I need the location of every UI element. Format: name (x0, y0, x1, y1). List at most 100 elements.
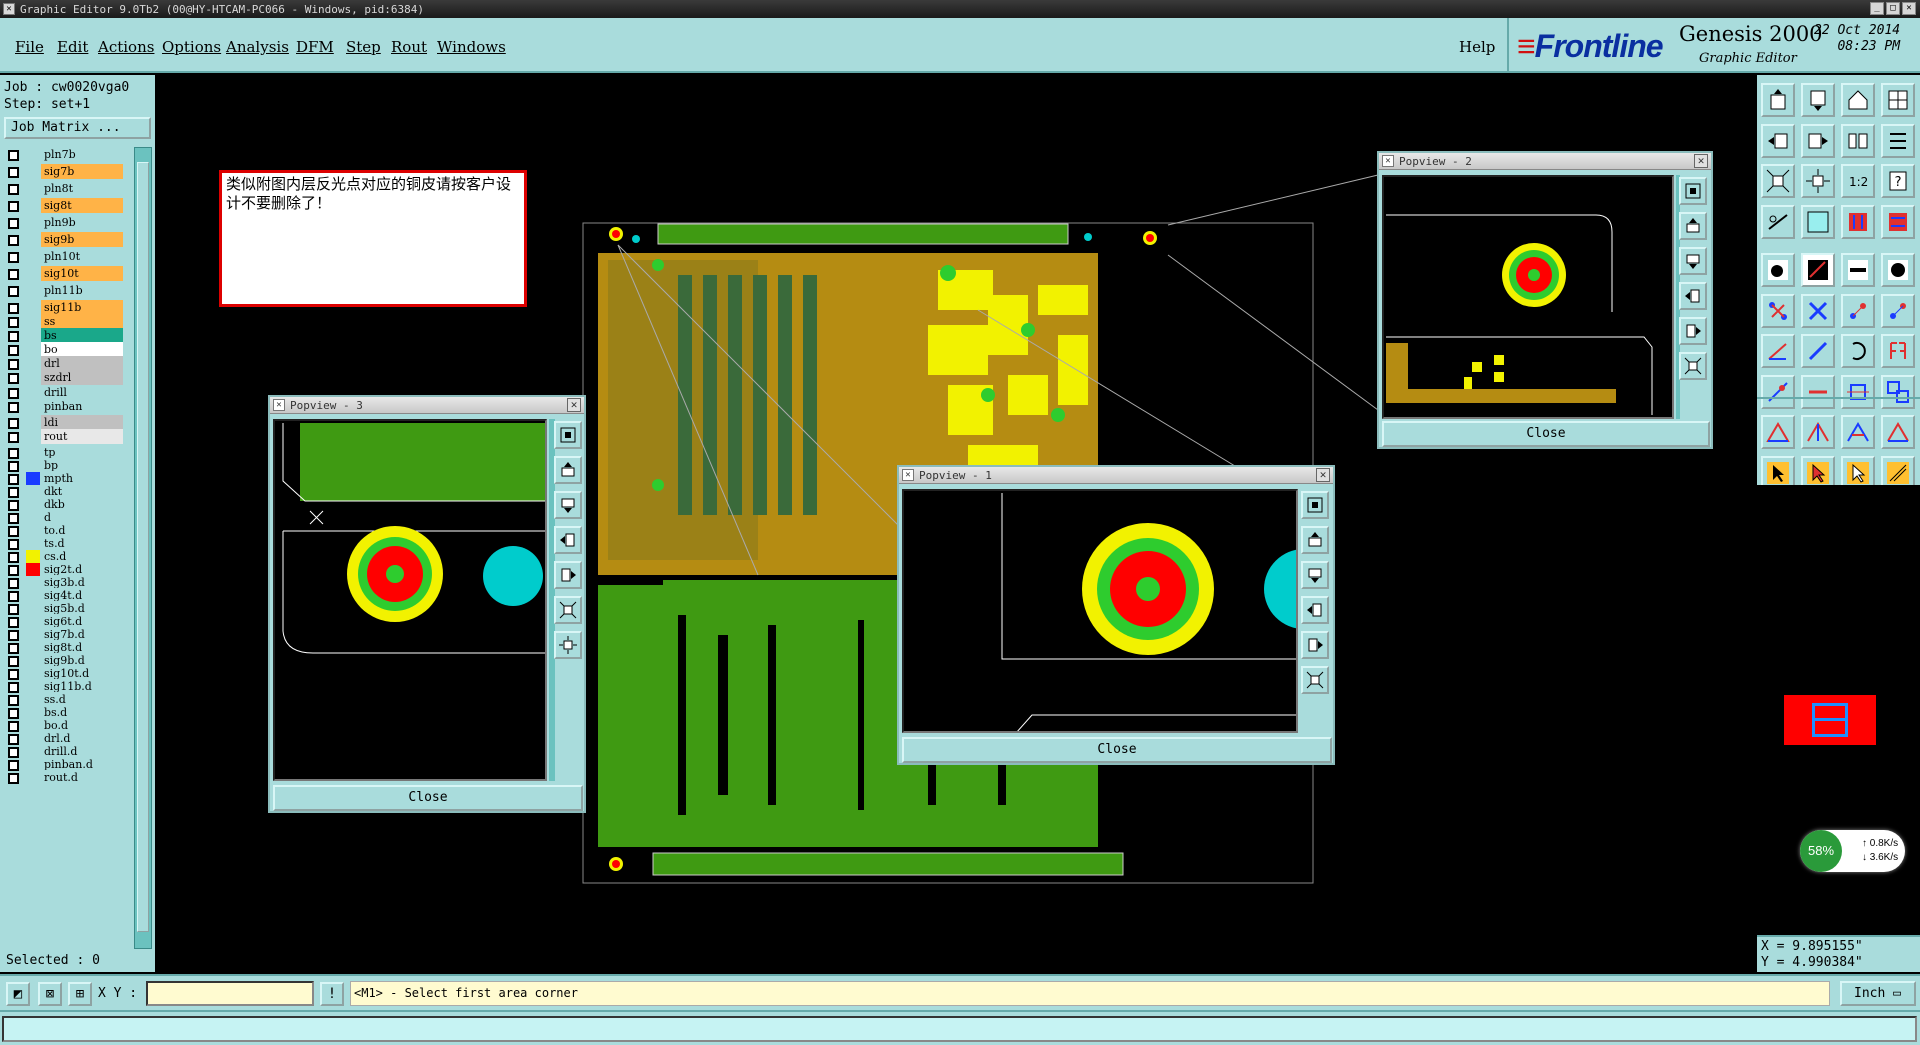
pan-right-icon[interactable] (554, 561, 582, 589)
layer-row-pinban[interactable]: pinban (4, 399, 124, 414)
save-icon[interactable] (1801, 83, 1835, 117)
layer-name[interactable]: drill (41, 385, 123, 400)
layer-name[interactable]: bs (41, 328, 123, 343)
pan-left-icon[interactable] (554, 526, 582, 554)
menu-actions[interactable]: Actions (98, 38, 154, 56)
layer-name[interactable]: rout (41, 429, 123, 444)
minimize-button[interactable]: _ (1870, 2, 1884, 15)
select-mode-icon[interactable]: ⊠ (38, 982, 62, 1006)
layer-row-pln11b[interactable]: pln11b (4, 283, 124, 298)
layer-color-swatch[interactable] (26, 165, 40, 178)
layer-row-sig7b[interactable]: sig7b (4, 164, 124, 179)
snap-mode-icon[interactable]: ◩ (6, 982, 30, 1006)
zoom-in-icon[interactable] (554, 596, 582, 624)
fit-icon[interactable] (1761, 164, 1795, 198)
layer-name[interactable]: sig8t (41, 198, 123, 213)
layer-row-pln9b[interactable]: pln9b (4, 215, 124, 230)
popview-2-window[interactable]: ✕ Popview - 2 ✕ Close (1377, 151, 1713, 449)
popview-3-titlebar[interactable]: ✕ Popview - 3 ✕ (270, 397, 584, 414)
popview-1-close-button[interactable]: Close (902, 737, 1332, 763)
popview-2-titlebar[interactable]: ✕ Popview - 2 ✕ (1379, 153, 1711, 170)
layer-checkbox[interactable] (8, 331, 19, 342)
net-icon[interactable] (1881, 293, 1915, 328)
layer-color-swatch[interactable] (26, 315, 40, 328)
layer-color-swatch[interactable] (26, 357, 40, 370)
menu-windows[interactable]: Windows (437, 38, 506, 56)
snap-grid-icon[interactable] (1801, 204, 1835, 239)
layer-name[interactable]: ldi (41, 415, 123, 430)
menu-rout[interactable]: Rout (391, 38, 427, 56)
pan-up-icon[interactable] (554, 456, 582, 484)
popview-1-titlebar[interactable]: ✕ Popview - 1 ✕ (899, 467, 1333, 484)
triangle-b-icon[interactable] (1801, 415, 1835, 449)
menu-edit[interactable]: Edit (57, 38, 88, 56)
pan-right-icon[interactable] (1301, 631, 1329, 659)
layer-color-swatch[interactable] (26, 267, 40, 280)
layer-color-swatch[interactable] (26, 416, 40, 429)
scrollbar-thumb[interactable] (137, 162, 149, 932)
popview-1-close-icon[interactable]: ✕ (1316, 468, 1330, 482)
layer-name[interactable]: pln7b (41, 147, 123, 162)
script-icon[interactable] (1881, 123, 1915, 158)
menu-file[interactable]: File (15, 38, 44, 56)
layer-row-szdrl[interactable]: szdrl (4, 370, 124, 385)
zoom-in-icon[interactable] (1679, 352, 1707, 380)
layer-checkbox[interactable] (8, 167, 19, 178)
minus-icon[interactable] (1801, 374, 1835, 409)
edit-line-icon[interactable] (1801, 253, 1835, 287)
cut-icon[interactable] (1841, 253, 1875, 287)
popview-2-close-icon[interactable]: ✕ (1694, 154, 1708, 168)
layer-color-swatch[interactable] (26, 371, 40, 384)
layer-checkbox[interactable] (8, 432, 19, 443)
xy-input[interactable] (146, 981, 314, 1006)
layer-row-pln7b[interactable]: pln7b (4, 147, 124, 162)
layer-row-sig11b[interactable]: sig11b (4, 300, 124, 315)
menu-help[interactable]: Help (1459, 38, 1495, 56)
layer-checkbox[interactable] (8, 201, 19, 212)
layer-name[interactable]: sig11b (41, 300, 123, 315)
center-icon[interactable] (1801, 164, 1835, 198)
layer-align-icon[interactable] (1881, 204, 1915, 239)
right-icon[interactable] (1801, 123, 1835, 158)
open-job-icon[interactable] (1761, 83, 1795, 117)
layer-color-swatch[interactable] (26, 771, 40, 784)
layer-checkbox[interactable] (8, 150, 19, 161)
node-icon[interactable] (1841, 293, 1875, 328)
layer-color-swatch[interactable] (26, 301, 40, 314)
triangle-icon[interactable] (1761, 415, 1795, 449)
help-icon[interactable]: ? (1881, 164, 1915, 198)
layer-row-sig8t[interactable]: sig8t (4, 198, 124, 213)
job-matrix-button[interactable]: Job Matrix ... (4, 117, 151, 139)
layer-checkbox[interactable] (8, 373, 19, 384)
layer-name[interactable]: sig7b (41, 164, 123, 179)
step-icon[interactable] (1841, 123, 1875, 158)
layer-name[interactable]: pln9b (41, 215, 123, 230)
alert-icon[interactable]: ! (320, 982, 344, 1006)
left-icon[interactable] (1761, 123, 1795, 158)
menu-options[interactable]: Options (162, 38, 221, 56)
layer-color-swatch[interactable] (26, 386, 40, 399)
layer-color-swatch[interactable] (26, 343, 40, 356)
layer-checkbox[interactable] (8, 286, 19, 297)
grid-icon[interactable] (1881, 83, 1915, 117)
layer-row-drl[interactable]: drl (4, 356, 124, 371)
layer-checkbox[interactable] (8, 252, 19, 263)
copy-icon[interactable] (1881, 374, 1915, 409)
layer-name[interactable]: sig10t (41, 266, 123, 281)
layer-checkbox[interactable] (8, 303, 19, 314)
layer-name[interactable]: bo (41, 342, 123, 357)
layer-checkbox[interactable] (8, 388, 19, 399)
close-button[interactable]: ✕ (1902, 2, 1916, 15)
menu-step[interactable]: Step (346, 38, 381, 56)
layer-color-swatch[interactable] (26, 250, 40, 263)
layer-row-pln10t[interactable]: pln10t (4, 249, 124, 264)
layer-name[interactable]: pinban (41, 399, 123, 414)
pan-down-icon[interactable] (1679, 247, 1707, 275)
layer-checkbox[interactable] (8, 235, 19, 246)
pan-right-icon[interactable] (1679, 317, 1707, 345)
home-icon[interactable] (1841, 83, 1875, 117)
add-pad-icon[interactable] (1761, 253, 1795, 287)
menu-dfm[interactable]: DFM (296, 38, 334, 56)
layer-name[interactable]: szdrl (41, 370, 123, 385)
layer-name[interactable]: pln10t (41, 249, 123, 264)
